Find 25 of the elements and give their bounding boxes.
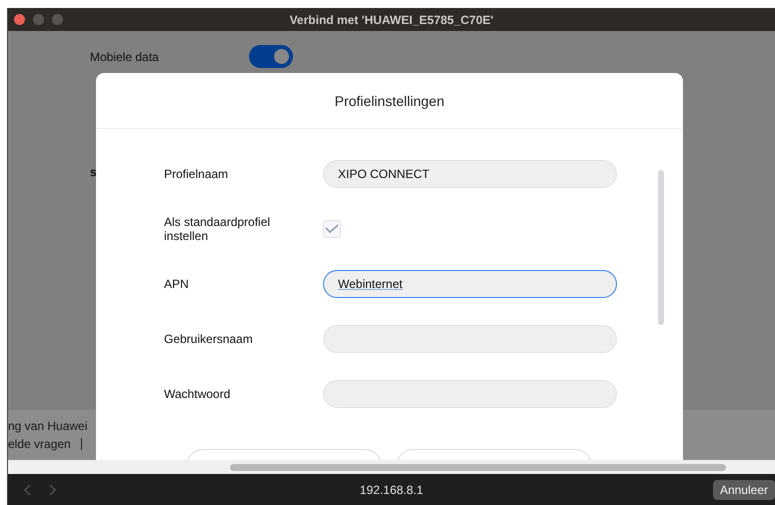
field-label: Gebruikersnaam — [164, 332, 254, 346]
minimize-icon[interactable] — [33, 14, 44, 25]
close-icon[interactable] — [14, 14, 25, 25]
setting-label: s — [90, 165, 97, 179]
cancel-button[interactable]: Annuleer — [712, 480, 775, 500]
input-field[interactable] — [323, 324, 617, 352]
horizontal-scrollbar[interactable] — [8, 460, 775, 474]
toggle-switch[interactable] — [249, 45, 293, 68]
window-title: Verbind met 'HUAWEI_E5785_C70E' — [290, 12, 494, 26]
field-label: Wachtwoord — [164, 386, 232, 400]
scrollbar-thumb[interactable] — [230, 464, 726, 470]
back-icon[interactable] — [24, 484, 32, 496]
footer-link[interactable]: elde vragen — [8, 437, 71, 451]
field-label: Profielnaam — [164, 166, 230, 180]
input-field[interactable]: XIPO CONNECT — [323, 160, 617, 188]
address-text: 192.168.8.1 — [360, 482, 424, 496]
zoom-icon[interactable] — [52, 14, 63, 25]
setting-label: Mobiele data — [90, 50, 160, 64]
field-label: Als standaardprofiel instellen — [164, 214, 272, 242]
input-field[interactable]: Webinternet — [323, 270, 617, 298]
field-label: APN — [164, 276, 190, 290]
vertical-scrollbar[interactable] — [658, 170, 664, 325]
dialog-title: Profielinstellingen — [334, 92, 444, 108]
forward-icon[interactable] — [48, 484, 56, 496]
input-field[interactable] — [323, 380, 617, 408]
